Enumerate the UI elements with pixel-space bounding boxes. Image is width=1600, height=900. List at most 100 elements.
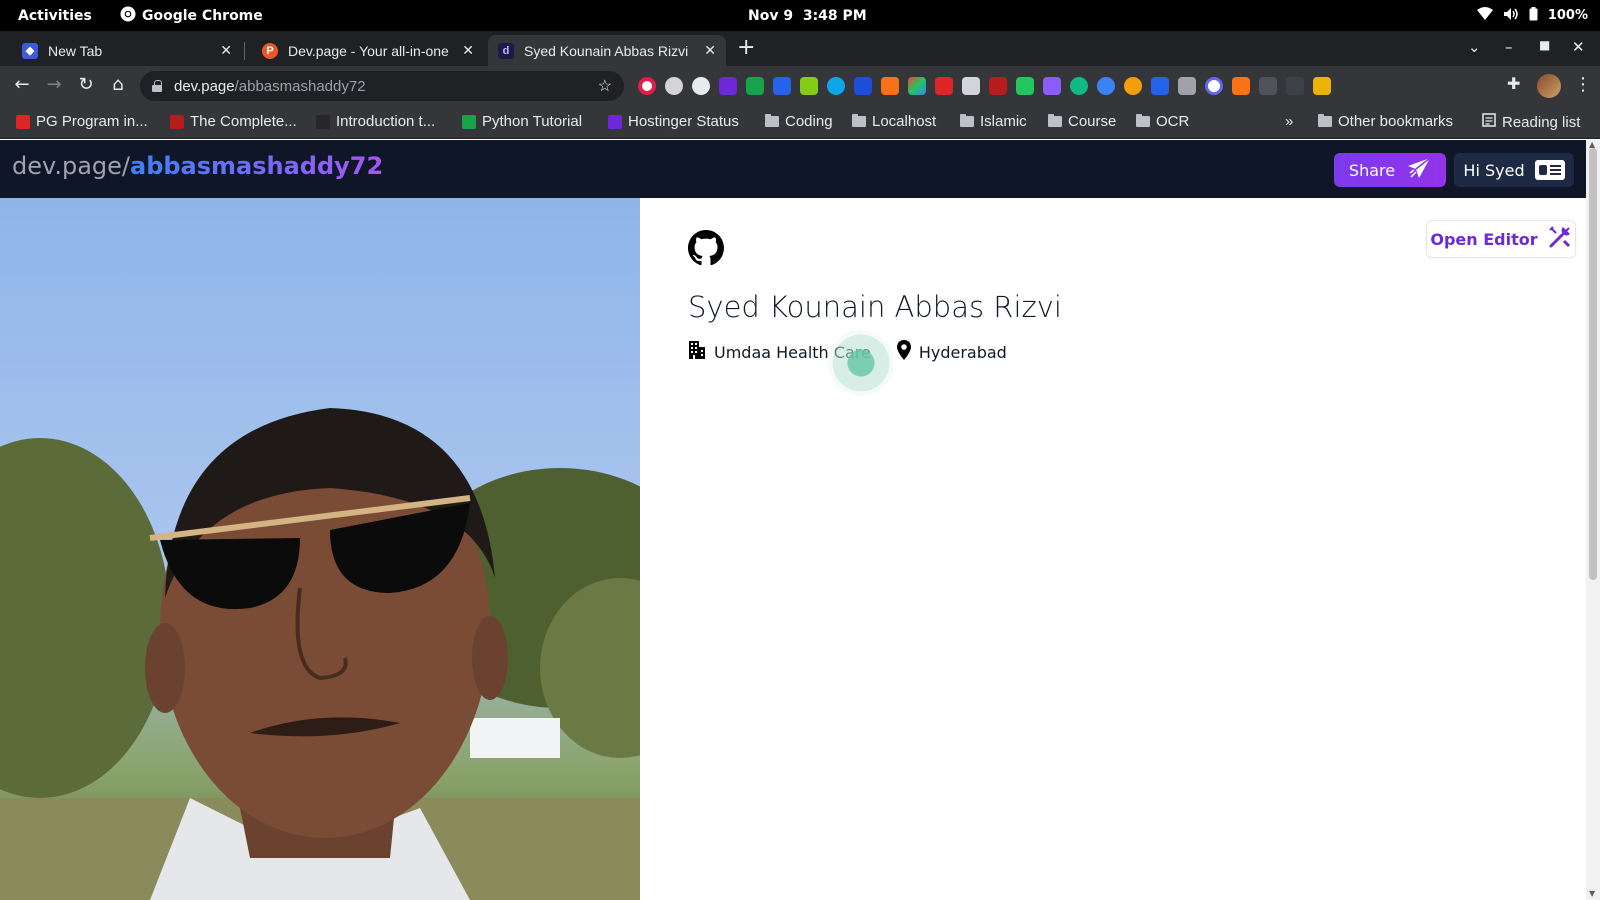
extension-icon[interactable] xyxy=(1070,77,1088,95)
home-icon[interactable]: ⌂ xyxy=(106,74,130,95)
extension-icon[interactable] xyxy=(1313,77,1331,95)
extension-icon[interactable] xyxy=(1232,77,1250,95)
bookmark-item[interactable]: Python Tutorial xyxy=(462,113,582,130)
tab-separator xyxy=(244,42,245,60)
extension-icon[interactable] xyxy=(1151,77,1169,95)
folder-icon xyxy=(852,114,866,127)
page-scrollbar[interactable]: ▲ ▼ xyxy=(1586,140,1600,900)
extension-icon[interactable] xyxy=(881,77,899,95)
chrome-menu-icon[interactable]: ⋮ xyxy=(1574,74,1592,95)
back-arrow-icon[interactable]: ← xyxy=(10,74,34,95)
bookmark-item[interactable]: Hostinger Status xyxy=(608,113,739,130)
extension-icon[interactable] xyxy=(638,77,656,95)
extension-icon[interactable] xyxy=(1286,77,1304,95)
tab-title: New Tab xyxy=(48,42,103,59)
share-label: Share xyxy=(1348,160,1396,180)
battery-percent: 100% xyxy=(1547,8,1588,23)
lock-icon[interactable] xyxy=(152,80,162,92)
tab-new-tab[interactable]: ◆ New Tab ✕ xyxy=(12,35,242,66)
profile-photo xyxy=(0,198,640,900)
bookmarks-overflow-chevron-icon[interactable]: » xyxy=(1285,113,1293,130)
extension-icon[interactable] xyxy=(1205,77,1223,95)
bookmark-item[interactable]: Introduction t... xyxy=(316,113,435,130)
reading-list-icon xyxy=(1482,113,1496,131)
folder-icon xyxy=(1136,114,1150,127)
minimize-icon[interactable]: – xyxy=(1505,38,1513,56)
extension-icon[interactable] xyxy=(665,77,683,95)
bookmark-folder[interactable]: OCR xyxy=(1136,113,1189,130)
bookmark-star-icon[interactable]: ☆ xyxy=(598,76,612,96)
reload-icon[interactable]: ↻ xyxy=(74,74,98,95)
forward-arrow-icon[interactable]: → xyxy=(42,74,66,95)
extension-icon[interactable] xyxy=(908,77,926,95)
bookmark-favicon-icon xyxy=(316,114,330,129)
bookmark-folder[interactable]: Course xyxy=(1048,113,1116,130)
bookmark-item[interactable]: PG Program in... xyxy=(16,113,148,130)
tab-dev-page[interactable]: P Dev.page - Your all-in-one ✕ xyxy=(252,35,484,66)
window-close-icon[interactable]: ✕ xyxy=(1572,38,1585,56)
extension-icon[interactable] xyxy=(1016,77,1034,95)
extension-icon[interactable] xyxy=(827,77,845,95)
site-brand[interactable]: dev.page/abbasmashaddy72 xyxy=(12,152,383,180)
tab-title: Dev.page - Your all-in-one xyxy=(288,42,449,59)
extension-icon[interactable] xyxy=(719,77,737,95)
app-menu[interactable]: Google Chrome xyxy=(120,6,263,26)
open-editor-label: Open Editor xyxy=(1430,229,1538,249)
bookmark-folder[interactable]: Localhost xyxy=(852,113,936,130)
tab-search-chevron-icon[interactable]: ⌄ xyxy=(1468,38,1481,56)
building-icon xyxy=(688,340,706,364)
profile-avatar[interactable] xyxy=(1537,74,1561,98)
extension-icon[interactable] xyxy=(962,77,980,95)
reading-list-label: Reading list xyxy=(1502,113,1581,131)
extension-icon[interactable] xyxy=(935,77,953,95)
github-icon[interactable] xyxy=(688,230,724,270)
bookmark-label: OCR xyxy=(1156,113,1190,130)
bookmark-label: Course xyxy=(1068,113,1117,130)
new-tab-plus-icon[interactable]: + xyxy=(737,37,755,59)
extension-icon[interactable] xyxy=(1259,77,1277,95)
scroll-down-icon[interactable]: ▼ xyxy=(1589,889,1595,898)
bookmark-item[interactable]: The Complete... xyxy=(170,113,297,130)
maximize-icon[interactable]: ■ xyxy=(1539,38,1550,52)
profile-name: Syed Kounain Abbas Rizvi xyxy=(688,290,1062,324)
app-name: Google Chrome xyxy=(142,7,263,24)
extension-icon[interactable] xyxy=(1043,77,1061,95)
extensions-row xyxy=(638,77,1331,95)
reading-list[interactable]: Reading list xyxy=(1482,113,1580,131)
extension-icon[interactable] xyxy=(1178,77,1196,95)
bookmarks-bar: PG Program in... The Complete... Introdu… xyxy=(0,106,1600,139)
bookmark-folder[interactable]: Coding xyxy=(765,113,833,130)
extension-icon[interactable] xyxy=(989,77,1007,95)
url-path: /abbasmashaddy72 xyxy=(234,77,366,95)
greeting-label: Hi Syed xyxy=(1463,160,1525,180)
address-bar[interactable]: dev.page/abbasmashaddy72 ☆ xyxy=(140,71,624,101)
bookmark-favicon-icon xyxy=(608,114,622,129)
close-icon[interactable]: ✕ xyxy=(462,42,474,59)
extension-icon[interactable] xyxy=(1097,77,1115,95)
other-bookmarks[interactable]: Other bookmarks xyxy=(1318,113,1453,130)
site-header: dev.page/abbasmashaddy72 Share Hi Syed xyxy=(0,140,1586,198)
extension-icon[interactable] xyxy=(1124,77,1142,95)
clock[interactable]: Nov 9 3:48 PM xyxy=(748,8,867,24)
date: Nov 9 xyxy=(748,7,794,24)
share-button[interactable]: Share xyxy=(1334,153,1446,187)
extension-icon[interactable] xyxy=(800,77,818,95)
close-icon[interactable]: ✕ xyxy=(704,42,716,59)
bookmark-label: Islamic xyxy=(980,113,1027,130)
extension-icon[interactable] xyxy=(692,77,710,95)
system-status-area[interactable]: 100% xyxy=(1476,6,1588,25)
bookmark-label: Other bookmarks xyxy=(1338,113,1454,130)
tab-strip: ◆ New Tab ✕ P Dev.page - Your all-in-one… xyxy=(0,31,1600,66)
open-editor-button[interactable]: Open Editor xyxy=(1426,220,1576,258)
activities-button[interactable]: Activities xyxy=(18,8,92,24)
extensions-puzzle-icon[interactable]: ✚ xyxy=(1507,74,1520,93)
close-icon[interactable]: ✕ xyxy=(220,42,232,59)
scrollbar-thumb[interactable] xyxy=(1589,148,1597,580)
user-menu-button[interactable]: Hi Syed xyxy=(1454,153,1574,187)
bookmark-label: Localhost xyxy=(872,113,937,130)
extension-icon[interactable] xyxy=(773,77,791,95)
extension-icon[interactable] xyxy=(854,77,872,95)
tab-profile[interactable]: d Syed Kounain Abbas Rizvi ✕ xyxy=(488,35,726,66)
extension-icon[interactable] xyxy=(746,77,764,95)
bookmark-folder[interactable]: Islamic xyxy=(960,113,1027,130)
